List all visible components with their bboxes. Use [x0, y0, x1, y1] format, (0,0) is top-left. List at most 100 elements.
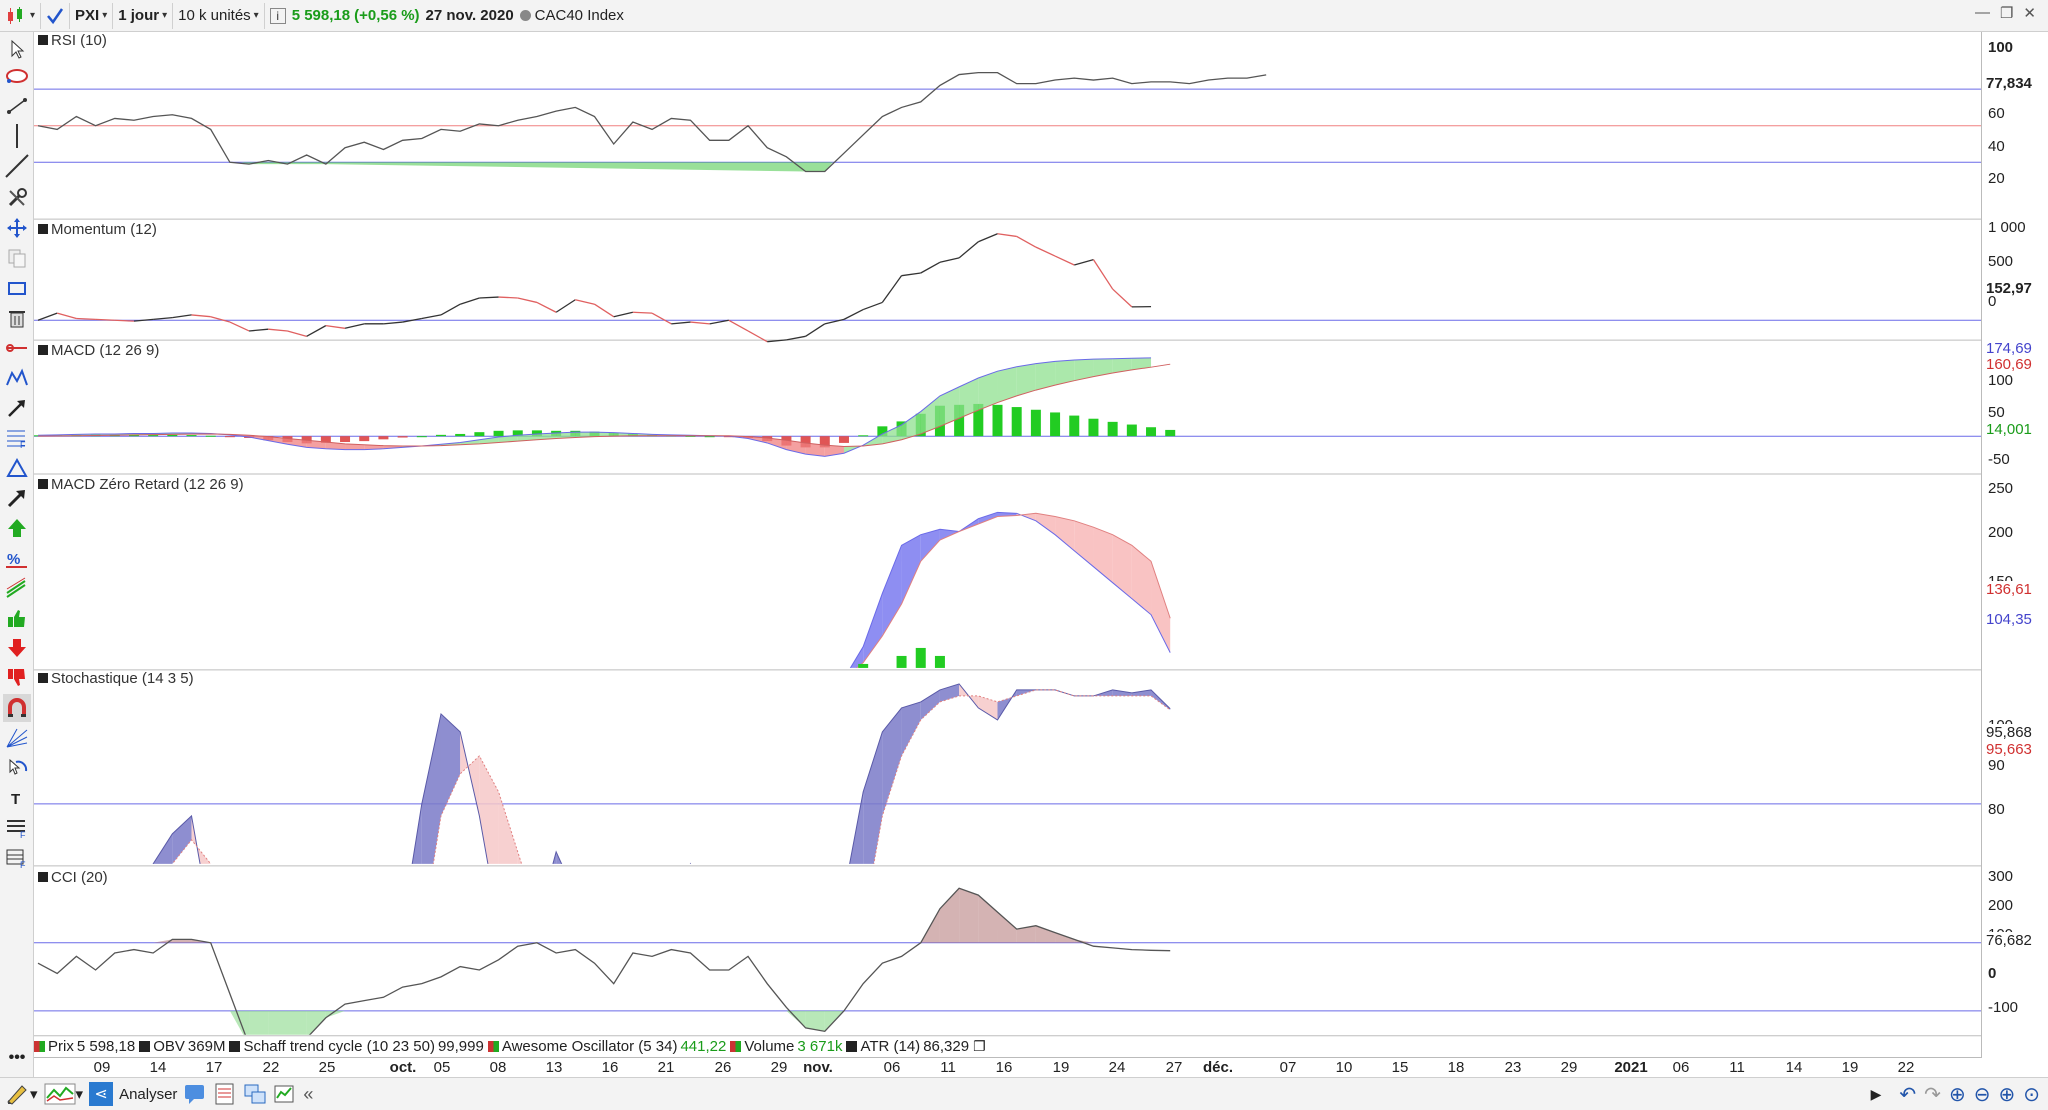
- macdzr-cloud-segment: [1131, 545, 1152, 615]
- horizontal-line-tool[interactable]: [3, 334, 31, 362]
- legend-item-awesome[interactable]: Awesome Oscillator (5 34) 441,22: [487, 1037, 726, 1055]
- cci-overbought-fill: [997, 912, 1017, 943]
- legend-name: OBV: [153, 1037, 185, 1055]
- restore-icon[interactable]: ❐: [2000, 4, 2013, 22]
- arrow-tool-2[interactable]: [3, 484, 31, 512]
- share-button[interactable]: ⋖: [89, 1082, 114, 1106]
- redo-icon[interactable]: ↷: [1924, 1082, 1941, 1107]
- window-stack-icon[interactable]: ❐: [973, 1038, 986, 1055]
- macdzr-histogram-bar: [934, 655, 945, 668]
- arrow-tool[interactable]: [3, 394, 31, 422]
- period-selector[interactable]: 1 jour ▾: [113, 2, 174, 29]
- momentum-segment: [958, 241, 979, 259]
- thumbs-down-tool[interactable]: [3, 664, 31, 692]
- indicator-toggle[interactable]: [41, 2, 71, 29]
- panel-label-cci[interactable]: CCI (20): [36, 870, 111, 886]
- close-icon[interactable]: ✕: [2023, 4, 2036, 22]
- chat-button[interactable]: [183, 1082, 207, 1106]
- undo-icon[interactable]: ↶: [1899, 1082, 1916, 1107]
- minimize-icon[interactable]: —: [1975, 4, 1990, 22]
- legend-item-obv[interactable]: OBV 369M: [139, 1037, 225, 1055]
- legend-name: Prix: [48, 1037, 74, 1055]
- date-axis[interactable]: 09 14 17 22 25 oct. 05 08 13 16 21 26 29 nov. 06 11 16 19…: [34, 1057, 1982, 1077]
- pencil-chart-icon: [7, 1085, 27, 1105]
- channel-tool[interactable]: [3, 574, 31, 602]
- rectangle-tool[interactable]: [3, 274, 31, 302]
- zoom-fit-icon[interactable]: ⊕: [1949, 1082, 1966, 1107]
- units-label: 10 k unités: [178, 7, 251, 24]
- stochastic-panel[interactable]: [34, 683, 1981, 1057]
- macd-zero-lag-panel[interactable]: [844, 511, 1171, 678]
- price-axis[interactable]: 100 77,834 60 40 20 1 000 500 152,97 0 1…: [1982, 32, 2048, 1057]
- text-tool[interactable]: T: [3, 784, 31, 812]
- copy-tool[interactable]: [3, 244, 31, 272]
- compare-button[interactable]: [243, 1082, 267, 1106]
- trend-line-tool[interactable]: [3, 152, 31, 180]
- stochastic-cloud-segment: [882, 707, 902, 816]
- pointer-tool[interactable]: [3, 35, 31, 63]
- info-icon[interactable]: i: [269, 7, 286, 24]
- panel-label-macd-zero-lag[interactable]: MACD Zéro Retard (12 26 9): [36, 477, 247, 493]
- fibonacci-tool[interactable]: F: [3, 424, 31, 452]
- fib-channel-tool[interactable]: F: [3, 844, 31, 872]
- axis-tick: 80: [1988, 801, 2005, 818]
- legend-item-atr[interactable]: ATR (14) 86,329 ❐: [846, 1037, 986, 1055]
- legend-item-schaff[interactable]: Schaff trend cycle (10 23 50) 99,999: [229, 1037, 484, 1055]
- delete-tool[interactable]: [3, 304, 31, 332]
- units-selector[interactable]: 10 k unités ▾: [173, 2, 265, 29]
- tools-tool[interactable]: [3, 184, 31, 212]
- sell-signal-tool[interactable]: [3, 634, 31, 662]
- svg-text:T: T: [11, 791, 20, 808]
- sheet-button[interactable]: [213, 1082, 237, 1106]
- macd-panel[interactable]: [34, 357, 1981, 457]
- thumbs-up-tool[interactable]: [3, 604, 31, 632]
- macdzr-cloud-segment: [1055, 516, 1075, 551]
- gann-fan-tool[interactable]: [3, 724, 31, 752]
- macd-histogram-bar: [838, 436, 849, 443]
- stochastic-cloud-segment: [172, 815, 192, 864]
- panel-label-stochastic[interactable]: Stochastique (14 3 5): [36, 671, 197, 687]
- cci-panel[interactable]: [34, 887, 1981, 1055]
- last-value-macdzr: 104,35: [1984, 611, 2034, 629]
- panel-title: MACD (12 26 9): [51, 342, 160, 359]
- legend-item-prix[interactable]: Prix 5 598,18: [34, 1037, 135, 1055]
- chart-plot-area[interactable]: [34, 32, 1982, 1057]
- zoom-reset-icon[interactable]: ⊙: [2023, 1082, 2040, 1107]
- buy-signal-tool[interactable]: [3, 514, 31, 542]
- indicators-button[interactable]: ▾: [44, 1082, 83, 1106]
- stochastic-cloud-segment: [556, 851, 562, 864]
- pattern-tool[interactable]: [3, 364, 31, 392]
- collapse-button[interactable]: «: [303, 1084, 313, 1105]
- panel-label-momentum[interactable]: Momentum (12): [36, 222, 160, 238]
- percent-tool[interactable]: %: [3, 544, 31, 572]
- panel-label-rsi[interactable]: RSI (10): [36, 33, 110, 49]
- draw-mode-button[interactable]: ▾: [6, 1082, 38, 1106]
- rsi-panel[interactable]: [34, 71, 1981, 173]
- date-tick: 29: [770, 1059, 788, 1076]
- export-button[interactable]: [273, 1082, 297, 1106]
- zoom-out-icon[interactable]: ⊖: [1974, 1082, 1991, 1107]
- chart-type-selector[interactable]: ▾: [0, 2, 42, 29]
- magnet-tool[interactable]: [3, 694, 31, 722]
- legend-item-volume[interactable]: Volume 3 671k: [730, 1037, 842, 1055]
- analyse-button[interactable]: Analyser: [119, 1086, 177, 1103]
- momentum-segment: [920, 261, 941, 274]
- momentum-segment: [1016, 235, 1037, 248]
- ellipse-tool[interactable]: [3, 62, 31, 90]
- vertical-line-tool[interactable]: [3, 122, 31, 150]
- momentum-panel[interactable]: [34, 233, 1981, 343]
- last-price: 5 598,18: [291, 7, 351, 24]
- segment-tool[interactable]: [3, 92, 31, 120]
- symbol-selector[interactable]: PXI ▾: [70, 2, 114, 29]
- fib-levels-tool[interactable]: F: [3, 814, 31, 842]
- macd-histogram-bar: [186, 435, 197, 437]
- move-tool[interactable]: [3, 214, 31, 242]
- triangle-tool[interactable]: [3, 454, 31, 482]
- panel-label-macd[interactable]: MACD (12 26 9): [36, 342, 163, 359]
- scroll-right-icon[interactable]: ▶: [1871, 1086, 1882, 1103]
- zoom-in-icon[interactable]: ⊕: [1998, 1082, 2015, 1107]
- more-tools-button[interactable]: •••: [3, 1048, 31, 1068]
- stochastic-cloud-segment: [575, 894, 594, 984]
- macd-histogram-bar: [1011, 407, 1022, 437]
- arc-tool[interactable]: [3, 754, 31, 782]
